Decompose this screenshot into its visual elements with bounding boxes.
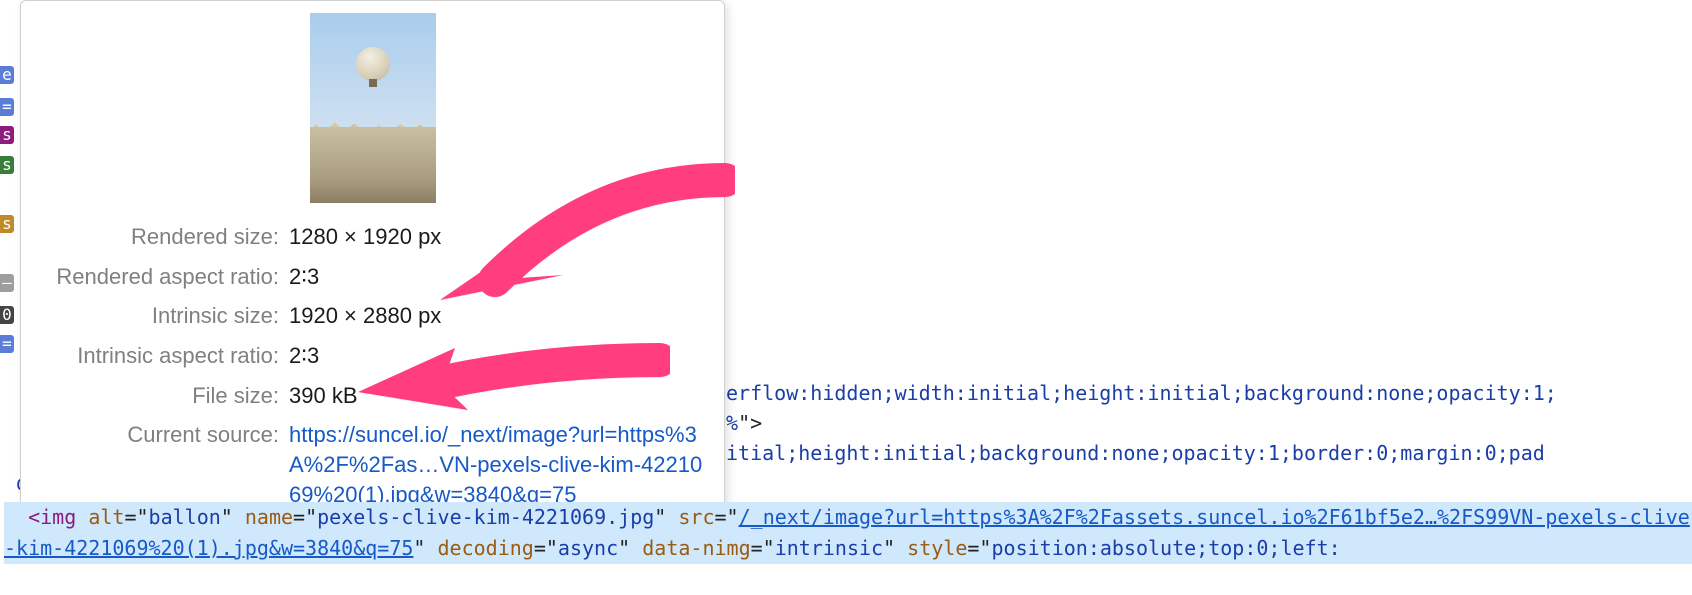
- bg-code-line-1: erflow:hidden;width:initial;height:initi…: [726, 378, 1692, 408]
- file-size-label: File size:: [35, 381, 279, 411]
- gutter-badge: s: [0, 156, 14, 174]
- image-thumbnail-preview: [310, 13, 436, 203]
- gutter-badge: e: [0, 66, 14, 84]
- elements-panel-selected-line[interactable]: <img alt="ballon" name="pexels-clive-kim…: [4, 502, 1692, 564]
- gutter-badge: —: [0, 274, 14, 292]
- gutter-badge: =: [0, 335, 14, 353]
- annotation-arrow-icon: [435, 160, 735, 330]
- rendered-aspect-ratio-label: Rendered aspect ratio:: [35, 262, 279, 292]
- intrinsic-aspect-ratio-label: Intrinsic aspect ratio:: [35, 341, 279, 371]
- bg-code-line-1b: 0%">: [714, 408, 1692, 438]
- annotation-arrow-icon: [350, 330, 670, 440]
- rendered-size-label: Rendered size:: [35, 222, 279, 252]
- gutter-badge: 0: [0, 306, 14, 324]
- gutter-badge: s: [0, 126, 14, 144]
- gutter-badge: =: [0, 98, 14, 116]
- intrinsic-size-label: Intrinsic size:: [35, 301, 279, 331]
- gutter-badge: s: [0, 215, 14, 233]
